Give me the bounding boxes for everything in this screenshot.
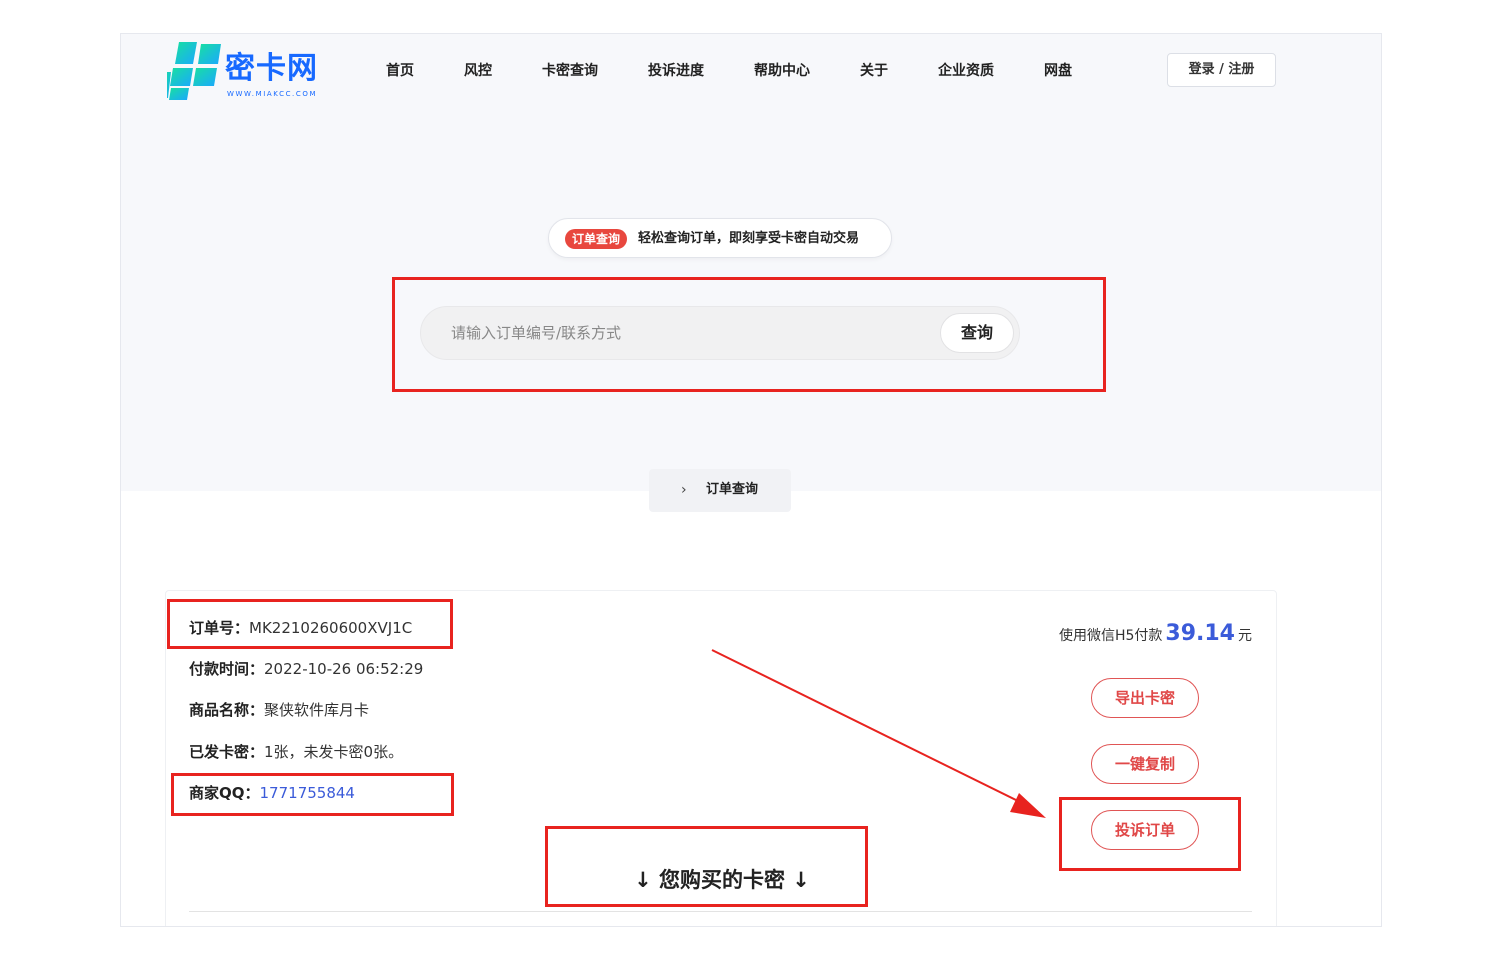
- product-label: 商品名称：: [189, 701, 265, 719]
- product-row: 商品名称：聚侠软件库月卡: [189, 699, 369, 721]
- logo-mark-icon: [167, 42, 221, 100]
- annotation-box-order-number: [167, 599, 453, 649]
- nav-qualification[interactable]: 企业资质: [938, 61, 994, 81]
- product-value: 聚侠软件库月卡: [264, 701, 370, 719]
- nav-help-center[interactable]: 帮助中心: [754, 61, 810, 81]
- nav-complaint-progress[interactable]: 投诉进度: [648, 61, 704, 81]
- pay-time-row: 付款时间：2022-10-26 06:52:29: [189, 658, 423, 680]
- divider: [189, 911, 1252, 912]
- annotation-box-search: [392, 277, 1106, 392]
- nav-home[interactable]: 首页: [386, 61, 414, 81]
- payment-summary: 使用微信H5付款 39.14 元: [1059, 619, 1252, 651]
- nav-about[interactable]: 关于: [860, 61, 888, 81]
- sent-cards-label: 已发卡密：: [189, 743, 265, 761]
- promo-badge: 订单查询: [565, 229, 628, 249]
- promo-text: 轻松查询订单，即刻享受卡密自动交易: [638, 231, 860, 246]
- breadcrumb[interactable]: › 订单查询: [649, 469, 791, 512]
- nav-cloud-disk[interactable]: 网盘: [1044, 61, 1072, 81]
- site-logo[interactable]: 密卡网 WWW.MIAKCC.COM: [167, 42, 327, 102]
- login-register-button[interactable]: 登录 / 注册: [1167, 53, 1276, 87]
- logo-subtitle: WWW.MIAKCC.COM: [227, 90, 318, 98]
- annotation-box-merchant-qq: [171, 773, 454, 816]
- pay-time-value: 2022-10-26 06:52:29: [264, 660, 424, 678]
- nav-card-query[interactable]: 卡密查询: [542, 61, 598, 81]
- payment-amount: 39.14: [1165, 621, 1235, 646]
- chevron-right-icon: ›: [681, 482, 687, 498]
- promo-pill: 订单查询 轻松查询订单，即刻享受卡密自动交易: [548, 218, 892, 258]
- sent-cards-value: 1张，未发卡密0张。: [264, 743, 404, 761]
- hero-section: 密卡网 WWW.MIAKCC.COM 首页 风控 卡密查询 投诉进度 帮助中心 …: [121, 34, 1381, 512]
- breadcrumb-label: 订单查询: [706, 482, 759, 497]
- annotation-box-complain: [1059, 797, 1241, 871]
- export-cards-button[interactable]: 导出卡密: [1091, 678, 1199, 718]
- payment-method: 使用微信H5付款: [1058, 628, 1163, 644]
- annotation-box-cards-title: [545, 826, 868, 907]
- copy-all-button[interactable]: 一键复制: [1091, 744, 1199, 784]
- payment-currency: 元: [1238, 628, 1252, 644]
- pay-time-label: 付款时间：: [189, 660, 265, 678]
- logo-text: 密卡网: [225, 51, 318, 86]
- nav-risk-control[interactable]: 风控: [464, 61, 492, 81]
- sent-cards-row: 已发卡密：1张，未发卡密0张。: [189, 741, 403, 763]
